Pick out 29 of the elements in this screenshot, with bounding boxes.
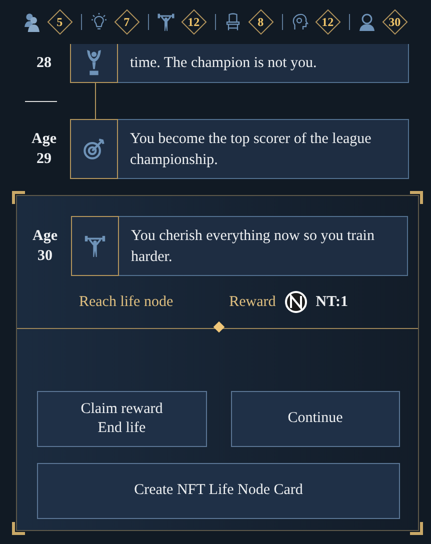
age-value: 30: [38, 247, 52, 266]
action-button[interactable]: Claim reward End life: [37, 391, 206, 447]
stat-badge: 7: [114, 9, 140, 35]
people-icon: [23, 12, 41, 32]
stat-badge: 8: [248, 9, 274, 35]
stat-badge: 12: [181, 9, 207, 35]
target-icon: [83, 136, 105, 162]
weightlifter-icon: [157, 12, 175, 32]
chair-icon: [224, 12, 242, 32]
reward-value: NT:1: [316, 294, 348, 310]
stat-badge: 12: [315, 9, 341, 35]
reward-label: Reward: [229, 294, 276, 310]
head-icon: [291, 12, 309, 32]
age-label: Age: [32, 226, 58, 246]
event-text: You become the top scorer of the league championship.: [129, 130, 372, 170]
event-text: time. The champion is not you.: [129, 54, 318, 73]
age-label: Age: [32, 130, 56, 149]
lightbulb-icon: [90, 12, 108, 32]
token-icon: [284, 290, 308, 314]
person-icon: [358, 12, 376, 32]
event-text: You cherish everything now so you train harder.: [130, 226, 376, 266]
age-value: 29: [36, 150, 52, 169]
action-button[interactable]: Create NFT Life Node Card: [37, 463, 400, 519]
action-button[interactable]: Continue: [230, 391, 400, 447]
node-label: Reach life node: [78, 294, 174, 310]
weightlifter-icon: [84, 233, 106, 259]
stat-badge: 5: [47, 9, 73, 35]
stat-badge: 30: [382, 9, 408, 35]
age-value: 28: [36, 54, 52, 74]
